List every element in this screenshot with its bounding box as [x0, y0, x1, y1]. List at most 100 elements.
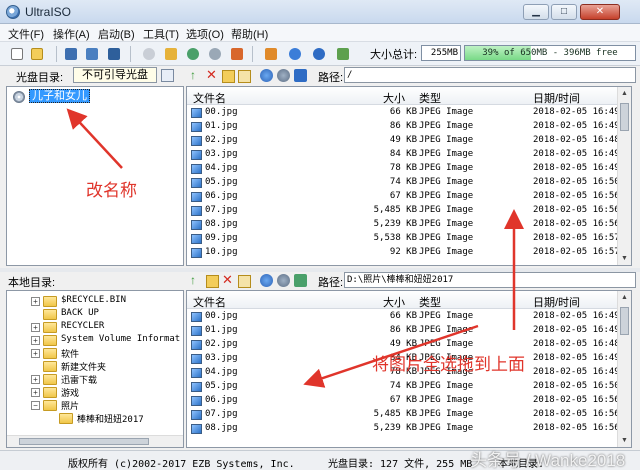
boot-props-icon[interactable] [161, 69, 174, 82]
local-file-row[interactable]: 01.jpg 86 KB JPEG Image 2018-02-05 16:49 [187, 324, 620, 338]
file-size: 66 KB [389, 311, 417, 321]
local-file-row[interactable]: 06.jpg 67 KB JPEG Image 2018-02-05 16:56 [187, 394, 620, 408]
scroll-up-icon[interactable]: ▲ [618, 87, 631, 100]
local-scroll-thumb[interactable] [620, 307, 629, 335]
file-size: 5,239 KB [373, 219, 417, 229]
local-file-row[interactable]: 00.jpg 66 KB JPEG Image 2018-02-05 16:49 [187, 310, 620, 324]
local-col-size[interactable]: 大小 [383, 294, 405, 310]
local-file-row[interactable]: 08.jpg 5,239 KB JPEG Image 2018-02-05 16:56 [187, 422, 620, 436]
local-settings-icon[interactable] [277, 274, 290, 287]
file-date: 2018-02-05 16:57 [533, 233, 620, 243]
tree-expander-icon[interactable]: + [31, 323, 40, 332]
iso-file-row[interactable]: 01.jpg 86 KB JPEG Image 2018-02-05 16:49 [187, 120, 620, 134]
local-list-header: 文件名 大小 类型 日期/时间 [187, 291, 617, 309]
ultraiso-logo-icon [6, 5, 20, 19]
save-icon[interactable] [62, 45, 80, 63]
mount-icon[interactable] [184, 45, 202, 63]
open-icon[interactable] [28, 45, 46, 63]
file-name: 05.jpg [205, 381, 238, 391]
properties-icon[interactable] [105, 45, 123, 63]
up-dir-icon[interactable]: ↑ [190, 69, 203, 82]
folder-icon [43, 322, 57, 333]
scroll-thumb[interactable] [620, 103, 629, 131]
watermark: 头条号 / Wanke2018 [470, 451, 626, 470]
iso-list-scrollbar[interactable]: ▲ ▼ [617, 87, 631, 265]
iso-file-row[interactable]: 07.jpg 5,485 KB JPEG Image 2018-02-05 16:56 [187, 204, 620, 218]
iso-path-field[interactable]: / [344, 67, 636, 83]
iso-file-row[interactable]: 00.jpg 66 KB JPEG Image 2018-02-05 16:49 [187, 106, 620, 120]
iso-file-row[interactable]: 06.jpg 67 KB JPEG Image 2018-02-05 16:56 [187, 190, 620, 204]
iso-file-row[interactable]: 04.jpg 78 KB JPEG Image 2018-02-05 16:49 [187, 162, 620, 176]
col-type[interactable]: 类型 [419, 90, 441, 106]
local-col-date[interactable]: 日期/时间 [533, 294, 580, 310]
iso-file-row[interactable]: 10.jpg 92 KB JPEG Image 2018-02-05 16:57 [187, 246, 620, 260]
local-list-scrollbar[interactable]: ▲ ▼ [617, 291, 631, 447]
local-rename-icon[interactable] [238, 275, 251, 288]
iso-root-label[interactable]: 儿子和女儿 [29, 89, 90, 103]
info-icon[interactable] [286, 45, 304, 63]
menu-tools[interactable]: 工具(T) [143, 26, 179, 42]
menu-help[interactable]: 帮助(H) [231, 26, 268, 42]
file-name: 01.jpg [205, 121, 238, 131]
menu-options[interactable]: 选项(O) [186, 26, 224, 42]
tree-item-label: RECYCLER [61, 321, 105, 331]
maximize-button[interactable]: □ [551, 4, 577, 20]
iso-file-row[interactable]: 03.jpg 84 KB JPEG Image 2018-02-05 16:49 [187, 148, 620, 162]
col-size[interactable]: 大小 [383, 90, 405, 106]
rename-icon[interactable] [238, 70, 251, 83]
exit-icon[interactable] [334, 45, 352, 63]
help-icon[interactable] [310, 45, 328, 63]
hscroll-thumb[interactable] [19, 438, 149, 445]
iso-file-row[interactable]: 05.jpg 74 KB JPEG Image 2018-02-05 16:50 [187, 176, 620, 190]
menu-file[interactable]: 文件(F) [8, 26, 44, 42]
save-as-icon[interactable] [83, 45, 101, 63]
burn-icon[interactable] [162, 45, 180, 63]
local-delete-icon[interactable]: ✕ [222, 273, 235, 287]
local-refresh-icon[interactable] [294, 274, 307, 287]
file-name: 08.jpg [205, 423, 238, 433]
iso-file-row[interactable]: 02.jpg 49 KB JPEG Image 2018-02-05 16:48 [187, 134, 620, 148]
local-new-folder-icon[interactable] [206, 275, 219, 288]
extract-icon[interactable] [140, 45, 158, 63]
close-button[interactable]: ✕ [580, 4, 620, 20]
local-col-name[interactable]: 文件名 [193, 294, 226, 310]
col-name[interactable]: 文件名 [193, 90, 226, 106]
local-tree-panel: + $RECYCLE.BIN BACK UP + RECYCLER + System Vol… [6, 290, 184, 448]
local-tree-hscrollbar[interactable] [7, 435, 183, 447]
convert-icon[interactable] [228, 45, 246, 63]
settings-icon[interactable] [277, 69, 290, 82]
view-icon[interactable] [260, 69, 273, 82]
local-view-icon[interactable] [260, 274, 273, 287]
tree-expander-icon[interactable]: + [31, 388, 40, 397]
local-path-field[interactable]: D:\照片\棒棒和妞妞2017 [344, 272, 636, 288]
file-size: 49 KB [389, 135, 417, 145]
image-file-icon [191, 382, 202, 392]
compress-icon[interactable] [206, 45, 224, 63]
local-col-type[interactable]: 类型 [419, 294, 441, 310]
tree-expander-icon[interactable]: − [31, 401, 40, 410]
menu-actions[interactable]: 操作(A) [53, 26, 90, 42]
boot-type-field[interactable]: 不可引导光盘 [73, 67, 157, 83]
tree-expander-icon[interactable]: + [31, 297, 40, 306]
refresh-icon[interactable] [294, 69, 307, 82]
new-folder-icon[interactable] [222, 70, 235, 83]
tree-expander-icon[interactable]: + [31, 375, 40, 384]
capacity-bar[interactable]: 39% of 650MB - 396MB free [464, 45, 636, 61]
local-up-dir-icon[interactable]: ↑ [190, 274, 203, 287]
col-date[interactable]: 日期/时间 [533, 90, 580, 106]
local-file-row[interactable]: 05.jpg 74 KB JPEG Image 2018-02-05 16:50 [187, 380, 620, 394]
scroll-down-icon[interactable]: ▼ [618, 252, 631, 265]
iso-file-row[interactable]: 08.jpg 5,239 KB JPEG Image 2018-02-05 16:56 [187, 218, 620, 232]
delete-icon[interactable]: ✕ [206, 68, 219, 82]
local-file-row[interactable]: 07.jpg 5,485 KB JPEG Image 2018-02-05 16:56 [187, 408, 620, 422]
menu-bootable[interactable]: 启动(B) [98, 26, 135, 42]
iso-file-row[interactable]: 09.jpg 5,538 KB JPEG Image 2018-02-05 16:57 [187, 232, 620, 246]
options-icon[interactable] [262, 45, 280, 63]
tree-item-label: 软件 [61, 350, 80, 360]
minimize-button[interactable]: ▁ [523, 4, 549, 20]
local-scroll-up-icon[interactable]: ▲ [618, 291, 631, 304]
tree-expander-icon[interactable]: + [31, 336, 40, 345]
tree-expander-icon[interactable]: + [31, 349, 40, 358]
total-size-label: 大小总计: [370, 49, 418, 61]
new-icon[interactable] [8, 45, 26, 63]
